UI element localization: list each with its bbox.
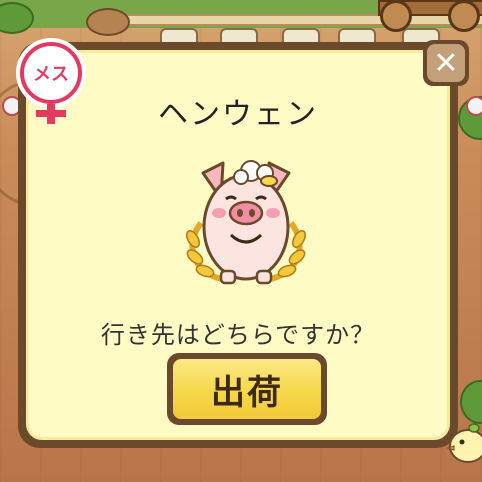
destination-question: 行き先はどちらですか？ [100,321,376,349]
cart-wheel [380,0,412,32]
bird-graphic [446,423,482,463]
flower [466,96,482,116]
pig-portrait [171,143,321,293]
ship-button-label[interactable]: 出荷 [173,359,321,419]
tree-stump [86,8,130,36]
close-icon[interactable]: ✕ [427,44,465,82]
close-button[interactable]: ✕ [423,40,469,86]
badge-bar [36,110,66,117]
ship-button[interactable]: 出荷 [167,353,327,425]
bird-icon [444,420,482,466]
wooden-cart [378,0,482,32]
gender-label: メス [24,46,78,100]
female-symbol-icon: メス [14,38,92,124]
cart-wheel [448,0,480,32]
pig-icon [186,160,306,285]
